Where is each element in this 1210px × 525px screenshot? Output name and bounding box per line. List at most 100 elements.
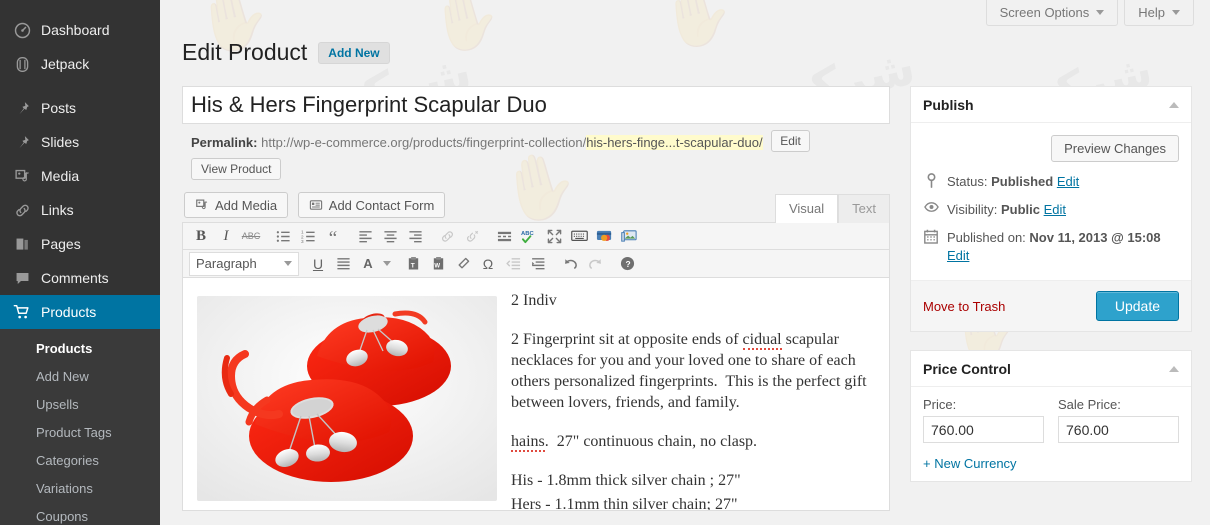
blockquote-icon[interactable]: “ xyxy=(321,225,345,247)
permalink-base-url[interactable]: http://wp-e-commerce.org/products/finger… xyxy=(261,135,586,150)
editor-content-area[interactable]: 2 Indiv 2 Fingerprint sit at opposite en… xyxy=(183,278,889,510)
read-more-tag-icon[interactable] xyxy=(492,225,516,247)
kitchen-sink-icon[interactable] xyxy=(567,225,591,247)
add-media-label: Add Media xyxy=(215,198,277,213)
text-color-chevron-down-icon[interactable] xyxy=(381,253,393,275)
view-product-row: View Product xyxy=(182,154,890,180)
sidebar-item-posts[interactable]: Posts xyxy=(0,91,160,125)
chevron-down-icon xyxy=(1172,10,1180,15)
screen-meta-links: Screen Options Help xyxy=(980,0,1194,26)
published-on-text: Published on: Nov 11, 2013 @ 15:08 Edit xyxy=(947,229,1161,265)
submenu-item-categories[interactable]: Categories xyxy=(0,447,160,475)
submenu-item-add-new[interactable]: Add New xyxy=(0,363,160,391)
publish-metabox-header[interactable]: Publish xyxy=(911,87,1191,123)
price-control-header[interactable]: Price Control xyxy=(911,351,1191,387)
permalink-label: Permalink: xyxy=(191,135,257,150)
special-character-icon[interactable]: Ω xyxy=(476,253,500,275)
undo-icon[interactable] xyxy=(558,253,582,275)
page-title: Edit Product xyxy=(182,38,307,67)
add-contact-form-label: Add Contact Form xyxy=(329,198,435,213)
add-media-button[interactable]: Add Media xyxy=(184,192,288,218)
chevron-up-icon[interactable] xyxy=(1169,102,1179,108)
svg-text:T: T xyxy=(410,262,414,269)
sidebar-item-slides[interactable]: Slides xyxy=(0,125,160,159)
clear-formatting-icon[interactable] xyxy=(451,253,475,275)
italic-icon[interactable]: I xyxy=(214,225,238,247)
sidebar-item-pages[interactable]: Pages xyxy=(0,227,160,261)
misspelled-word: cidual xyxy=(743,331,782,350)
editor-toolbar-row-2: Paragraph U A T W xyxy=(183,250,889,278)
edit-status-link[interactable]: Edit xyxy=(1057,174,1079,189)
text-color-icon[interactable]: A xyxy=(356,253,380,275)
title-field-wrap xyxy=(182,86,890,124)
main-content-area: Screen Options Help Edit Product Add New… xyxy=(160,0,1210,525)
edit-published-link[interactable]: Edit xyxy=(947,248,969,263)
align-center-icon[interactable] xyxy=(378,225,402,247)
edit-permalink-button[interactable]: Edit xyxy=(771,130,810,152)
new-currency-link[interactable]: + New Currency xyxy=(923,456,1179,471)
sidebar-item-links[interactable]: Links xyxy=(0,193,160,227)
submenu-item-variations[interactable]: Variations xyxy=(0,475,160,503)
view-product-button[interactable]: View Product xyxy=(191,158,281,180)
permalink-slug[interactable]: his-hers-finge...t-scapular-duo/ xyxy=(586,135,762,150)
tab-visual[interactable]: Visual xyxy=(775,194,838,223)
add-new-button[interactable]: Add New xyxy=(318,42,389,64)
insert-link-icon[interactable] xyxy=(435,225,459,247)
unlink-icon[interactable] xyxy=(460,225,484,247)
underline-icon[interactable]: U xyxy=(306,253,330,275)
update-button[interactable]: Update xyxy=(1096,291,1179,321)
status-text: Status: Published Edit xyxy=(947,173,1079,191)
bold-icon[interactable]: B xyxy=(189,225,213,247)
preview-row: Preview Changes xyxy=(923,133,1179,168)
sidebar-item-label: Dashboard xyxy=(41,23,110,37)
outdent-icon[interactable] xyxy=(501,253,525,275)
paragraph-format-value: Paragraph xyxy=(196,256,257,271)
svg-text:3: 3 xyxy=(301,239,304,244)
help-button[interactable]: Help xyxy=(1124,0,1194,26)
edit-visibility-link[interactable]: Edit xyxy=(1044,202,1066,217)
move-to-trash-link[interactable]: Move to Trash xyxy=(923,299,1005,314)
keyboard-shortcuts-help-icon[interactable]: ? xyxy=(615,253,639,275)
product-image[interactable] xyxy=(197,296,497,501)
contact-form-icon xyxy=(309,198,323,212)
indent-icon[interactable] xyxy=(526,253,550,275)
media-buttons-row: Add Media Add Contact Form Visual Text xyxy=(184,192,890,222)
fullscreen-icon[interactable] xyxy=(542,225,566,247)
align-left-icon[interactable] xyxy=(353,225,377,247)
insert-gallery-icon[interactable] xyxy=(617,225,641,247)
numbered-list-icon[interactable]: 123 xyxy=(296,225,320,247)
submenu-item-coupons[interactable]: Coupons xyxy=(0,503,160,525)
spellcheck-icon[interactable]: ABC xyxy=(517,225,541,247)
sidebar-item-jetpack[interactable]: Jetpack xyxy=(0,47,160,81)
strikethrough-icon[interactable]: ABC xyxy=(239,225,263,247)
publish-metabox: Publish Preview Changes Status: Publishe… xyxy=(910,86,1192,332)
sidebar-item-comments[interactable]: Comments xyxy=(0,261,160,295)
paste-from-word-icon[interactable]: W xyxy=(426,253,450,275)
preview-changes-button[interactable]: Preview Changes xyxy=(1051,135,1179,162)
page-title-row: Edit Product Add New xyxy=(182,38,390,67)
align-right-icon[interactable] xyxy=(403,225,427,247)
redo-icon[interactable] xyxy=(583,253,607,275)
submenu-item-products[interactable]: Products xyxy=(0,335,160,363)
media-icon xyxy=(195,198,209,212)
payment-gateway-icon[interactable] xyxy=(592,225,616,247)
price-input[interactable] xyxy=(923,416,1044,443)
sidebar-item-products[interactable]: Products xyxy=(0,295,160,329)
sidebar-item-label: Posts xyxy=(41,101,76,115)
screen-options-button[interactable]: Screen Options xyxy=(986,0,1119,26)
admin-sidebar: Dashboard Jetpack Posts Slides Media Lin… xyxy=(0,0,160,525)
sale-price-input[interactable] xyxy=(1058,416,1179,443)
editor-container: B I ABC 123 “ xyxy=(182,222,890,511)
chevron-up-icon[interactable] xyxy=(1169,366,1179,372)
add-contact-form-button[interactable]: Add Contact Form xyxy=(298,192,446,218)
paste-as-text-icon[interactable]: T xyxy=(401,253,425,275)
post-title-input[interactable] xyxy=(182,86,890,124)
submenu-item-product-tags[interactable]: Product Tags xyxy=(0,419,160,447)
sidebar-item-media[interactable]: Media xyxy=(0,159,160,193)
submenu-item-upsells[interactable]: Upsells xyxy=(0,391,160,419)
tab-text[interactable]: Text xyxy=(838,194,890,223)
bulleted-list-icon[interactable] xyxy=(271,225,295,247)
paragraph-format-select[interactable]: Paragraph xyxy=(189,252,299,276)
justify-icon[interactable] xyxy=(331,253,355,275)
sidebar-item-dashboard[interactable]: Dashboard xyxy=(0,13,160,47)
